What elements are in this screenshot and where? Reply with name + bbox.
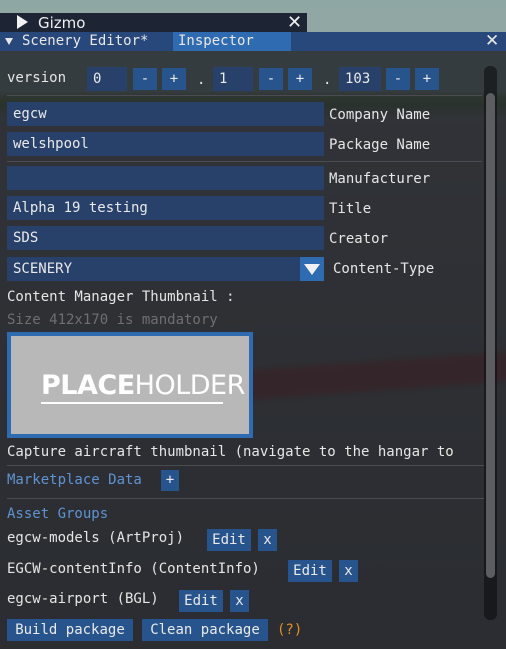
capture-thumbnail-text[interactable]: Capture aircraft thumbnail (navigate to … <box>7 443 484 461</box>
thumbnail-image-button[interactable]: PLACEHOLDER <box>7 332 253 438</box>
title-label: Title <box>329 201 372 217</box>
content-type-label: Content-Type <box>333 261 435 277</box>
thumbnail-heading: Content Manager Thumbnail : <box>7 289 235 305</box>
asset-group-remove-button[interactable]: x <box>339 560 358 582</box>
version-patch-field[interactable]: 103 <box>339 67 381 91</box>
asset-group-name: egcw-models (ArtProj) <box>7 530 185 546</box>
version-separator: . <box>197 72 206 88</box>
window-close-icon[interactable]: ✕ <box>485 32 499 51</box>
help-icon[interactable]: (?) <box>277 621 302 639</box>
version-separator: . <box>323 72 332 88</box>
window-titlebar: Scenery Editor* Inspector ✕ <box>0 32 506 51</box>
version-major-field[interactable]: 0 <box>87 67 127 91</box>
inspector-window: Scenery Editor* Inspector ✕ version 0 - … <box>0 32 506 649</box>
version-patch-decrement-button[interactable]: - <box>386 68 410 90</box>
clean-package-button[interactable]: Clean package <box>142 619 268 641</box>
gizmo-close-icon[interactable]: ✕ <box>287 13 302 33</box>
collapse-arrow-icon[interactable] <box>5 38 13 45</box>
placeholder-logo-strong: PLACE <box>41 370 135 401</box>
asset-group-edit-button[interactable]: Edit <box>288 560 332 582</box>
version-major-increment-button[interactable]: + <box>162 68 186 90</box>
version-minor-decrement-button[interactable]: - <box>259 68 283 90</box>
tab-inspector[interactable]: Inspector <box>173 32 291 51</box>
content-type-select[interactable]: SCENERY <box>7 257 300 281</box>
asset-group-remove-button[interactable]: x <box>230 590 249 612</box>
separator <box>7 95 482 96</box>
version-minor-field[interactable]: 1 <box>213 67 253 91</box>
placeholder-underline <box>41 402 223 404</box>
asset-groups-header: Asset Groups <box>7 506 109 522</box>
title-input[interactable]: Alpha 19 testing <box>7 196 324 220</box>
version-major-decrement-button[interactable]: - <box>133 68 157 90</box>
marketplace-add-button[interactable]: + <box>161 470 179 491</box>
separator <box>7 161 482 162</box>
gizmo-title: Gizmo <box>38 14 86 32</box>
build-package-button[interactable]: Build package <box>7 619 133 641</box>
asset-group-name: EGCW-contentInfo (ContentInfo) <box>7 561 260 577</box>
chevron-down-icon[interactable] <box>300 257 324 281</box>
asset-group-edit-button[interactable]: Edit <box>207 529 251 551</box>
creator-input[interactable]: SDS <box>7 226 324 250</box>
asset-group-name: egcw-airport (BGL) <box>7 591 159 607</box>
marketplace-data-header[interactable]: Marketplace Data <box>7 471 142 489</box>
expand-arrow-icon[interactable] <box>17 15 28 29</box>
asset-group-remove-button[interactable]: x <box>258 529 277 551</box>
version-label: version <box>7 70 67 86</box>
asset-group-edit-button[interactable]: Edit <box>179 590 223 612</box>
placeholder-logo-light: HOLDER <box>134 370 246 401</box>
company-name-label: Company Name <box>329 107 431 123</box>
thumbnail-size-hint: Size 412x170 is mandatory <box>7 312 218 328</box>
scrollbar-thumb[interactable] <box>486 93 495 578</box>
placeholder-image: PLACEHOLDER <box>11 336 249 434</box>
manufacturer-label: Manufacturer <box>329 171 431 187</box>
gizmo-panel-header[interactable]: Gizmo ✕ <box>0 13 307 33</box>
tab-scenery-editor[interactable]: Scenery Editor* <box>17 32 153 51</box>
company-name-input[interactable]: egcw <box>7 102 324 126</box>
manufacturer-input[interactable] <box>7 166 324 190</box>
creator-label: Creator <box>329 231 389 247</box>
version-patch-increment-button[interactable]: + <box>415 68 439 90</box>
vertical-scrollbar[interactable] <box>484 66 497 620</box>
version-minor-increment-button[interactable]: + <box>288 68 312 90</box>
separator <box>7 465 484 466</box>
placeholder-logo: PLACEHOLDER <box>41 371 245 401</box>
package-name-label: Package Name <box>329 137 431 153</box>
package-name-input[interactable]: welshpool <box>7 132 324 156</box>
separator <box>7 498 484 499</box>
